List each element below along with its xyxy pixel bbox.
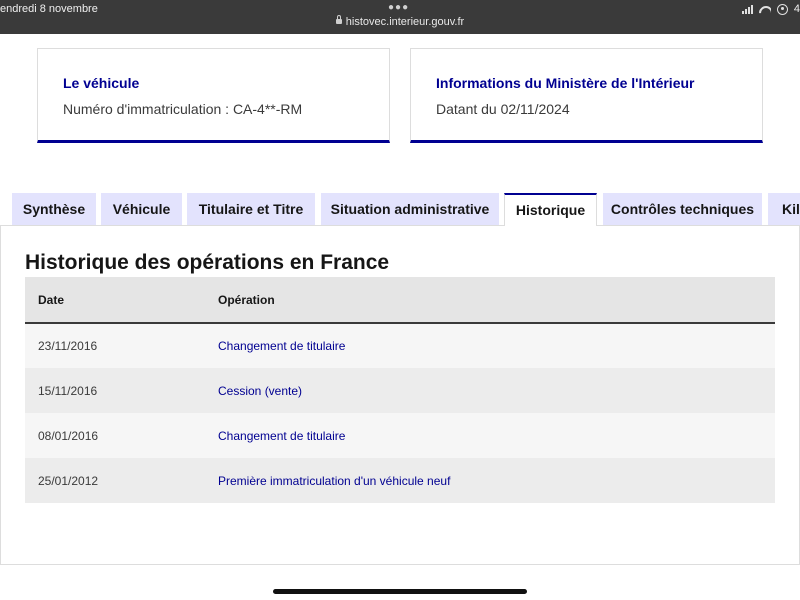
- orientation-lock-icon: [776, 3, 788, 15]
- column-header-operation: Opération: [218, 277, 775, 324]
- vehicle-card-title: Le véhicule: [63, 75, 140, 91]
- tab-situation-administrative[interactable]: Situation administrative: [321, 193, 499, 226]
- tab-controles-techniques[interactable]: Contrôles techniques: [603, 193, 762, 226]
- registration-number: Numéro d'immatriculation : CA-4**-RM: [63, 101, 303, 117]
- row-date: 15/11/2016: [38, 383, 98, 398]
- tab-bar: Synthèse Véhicule Titulaire et Titre Sit…: [0, 193, 800, 226]
- tab-synthese[interactable]: Synthèse: [12, 193, 96, 226]
- tab-titulaire[interactable]: Titulaire et Titre: [187, 193, 315, 226]
- more-dots-icon[interactable]: ●●●: [388, 2, 409, 13]
- status-bar: endredi 8 novembre ●●● histovec.interieu…: [0, 0, 800, 34]
- row-operation: Première immatriculation d'un véhicule n…: [218, 473, 451, 488]
- status-icons: 4: [741, 3, 800, 15]
- vehicle-card: Le véhicule Numéro d'immatriculation : C…: [37, 48, 390, 143]
- table-row: 25/01/2012 Première immatriculation d'un…: [25, 458, 775, 503]
- ministry-card-title: Informations du Ministère de l'Intérieur: [436, 75, 695, 91]
- tab-historique[interactable]: Historique: [504, 193, 597, 226]
- tab-kilometrage[interactable]: Kilo: [768, 193, 800, 226]
- history-table: Date Opération 23/11/2016 Changement de …: [25, 277, 775, 503]
- data-date: Datant du 02/11/2024: [436, 101, 570, 117]
- address-bar[interactable]: histovec.interieur.gouv.fr: [0, 15, 800, 28]
- wifi-icon: [759, 5, 771, 14]
- battery-level: 4: [793, 3, 800, 15]
- row-operation: Cession (vente): [218, 383, 303, 398]
- table-header-row: Date Opération: [25, 277, 775, 324]
- row-date: 08/01/2016: [38, 428, 99, 443]
- table-row: 23/11/2016 Changement de titulaire: [25, 323, 775, 368]
- column-header-date: Date: [25, 277, 218, 324]
- table-row: 15/11/2016 Cession (vente): [25, 368, 775, 413]
- ministry-card: Informations du Ministère de l'Intérieur…: [410, 48, 763, 143]
- section-title: Historique des opérations en France: [25, 251, 390, 274]
- row-date: 25/01/2012: [38, 473, 99, 488]
- row-operation: Changement de titulaire: [218, 428, 346, 443]
- signal-icon: [741, 4, 753, 14]
- row-operation: Changement de titulaire: [218, 339, 346, 353]
- table-row: 08/01/2016 Changement de titulaire: [25, 413, 775, 458]
- row-date: 23/11/2016: [38, 339, 98, 353]
- status-date: endredi 8 novembre: [0, 3, 98, 15]
- home-indicator[interactable]: [273, 589, 527, 594]
- url-text: histovec.interieur.gouv.fr: [345, 16, 465, 28]
- lock-icon: [335, 15, 342, 24]
- tab-vehicule[interactable]: Véhicule: [101, 193, 182, 226]
